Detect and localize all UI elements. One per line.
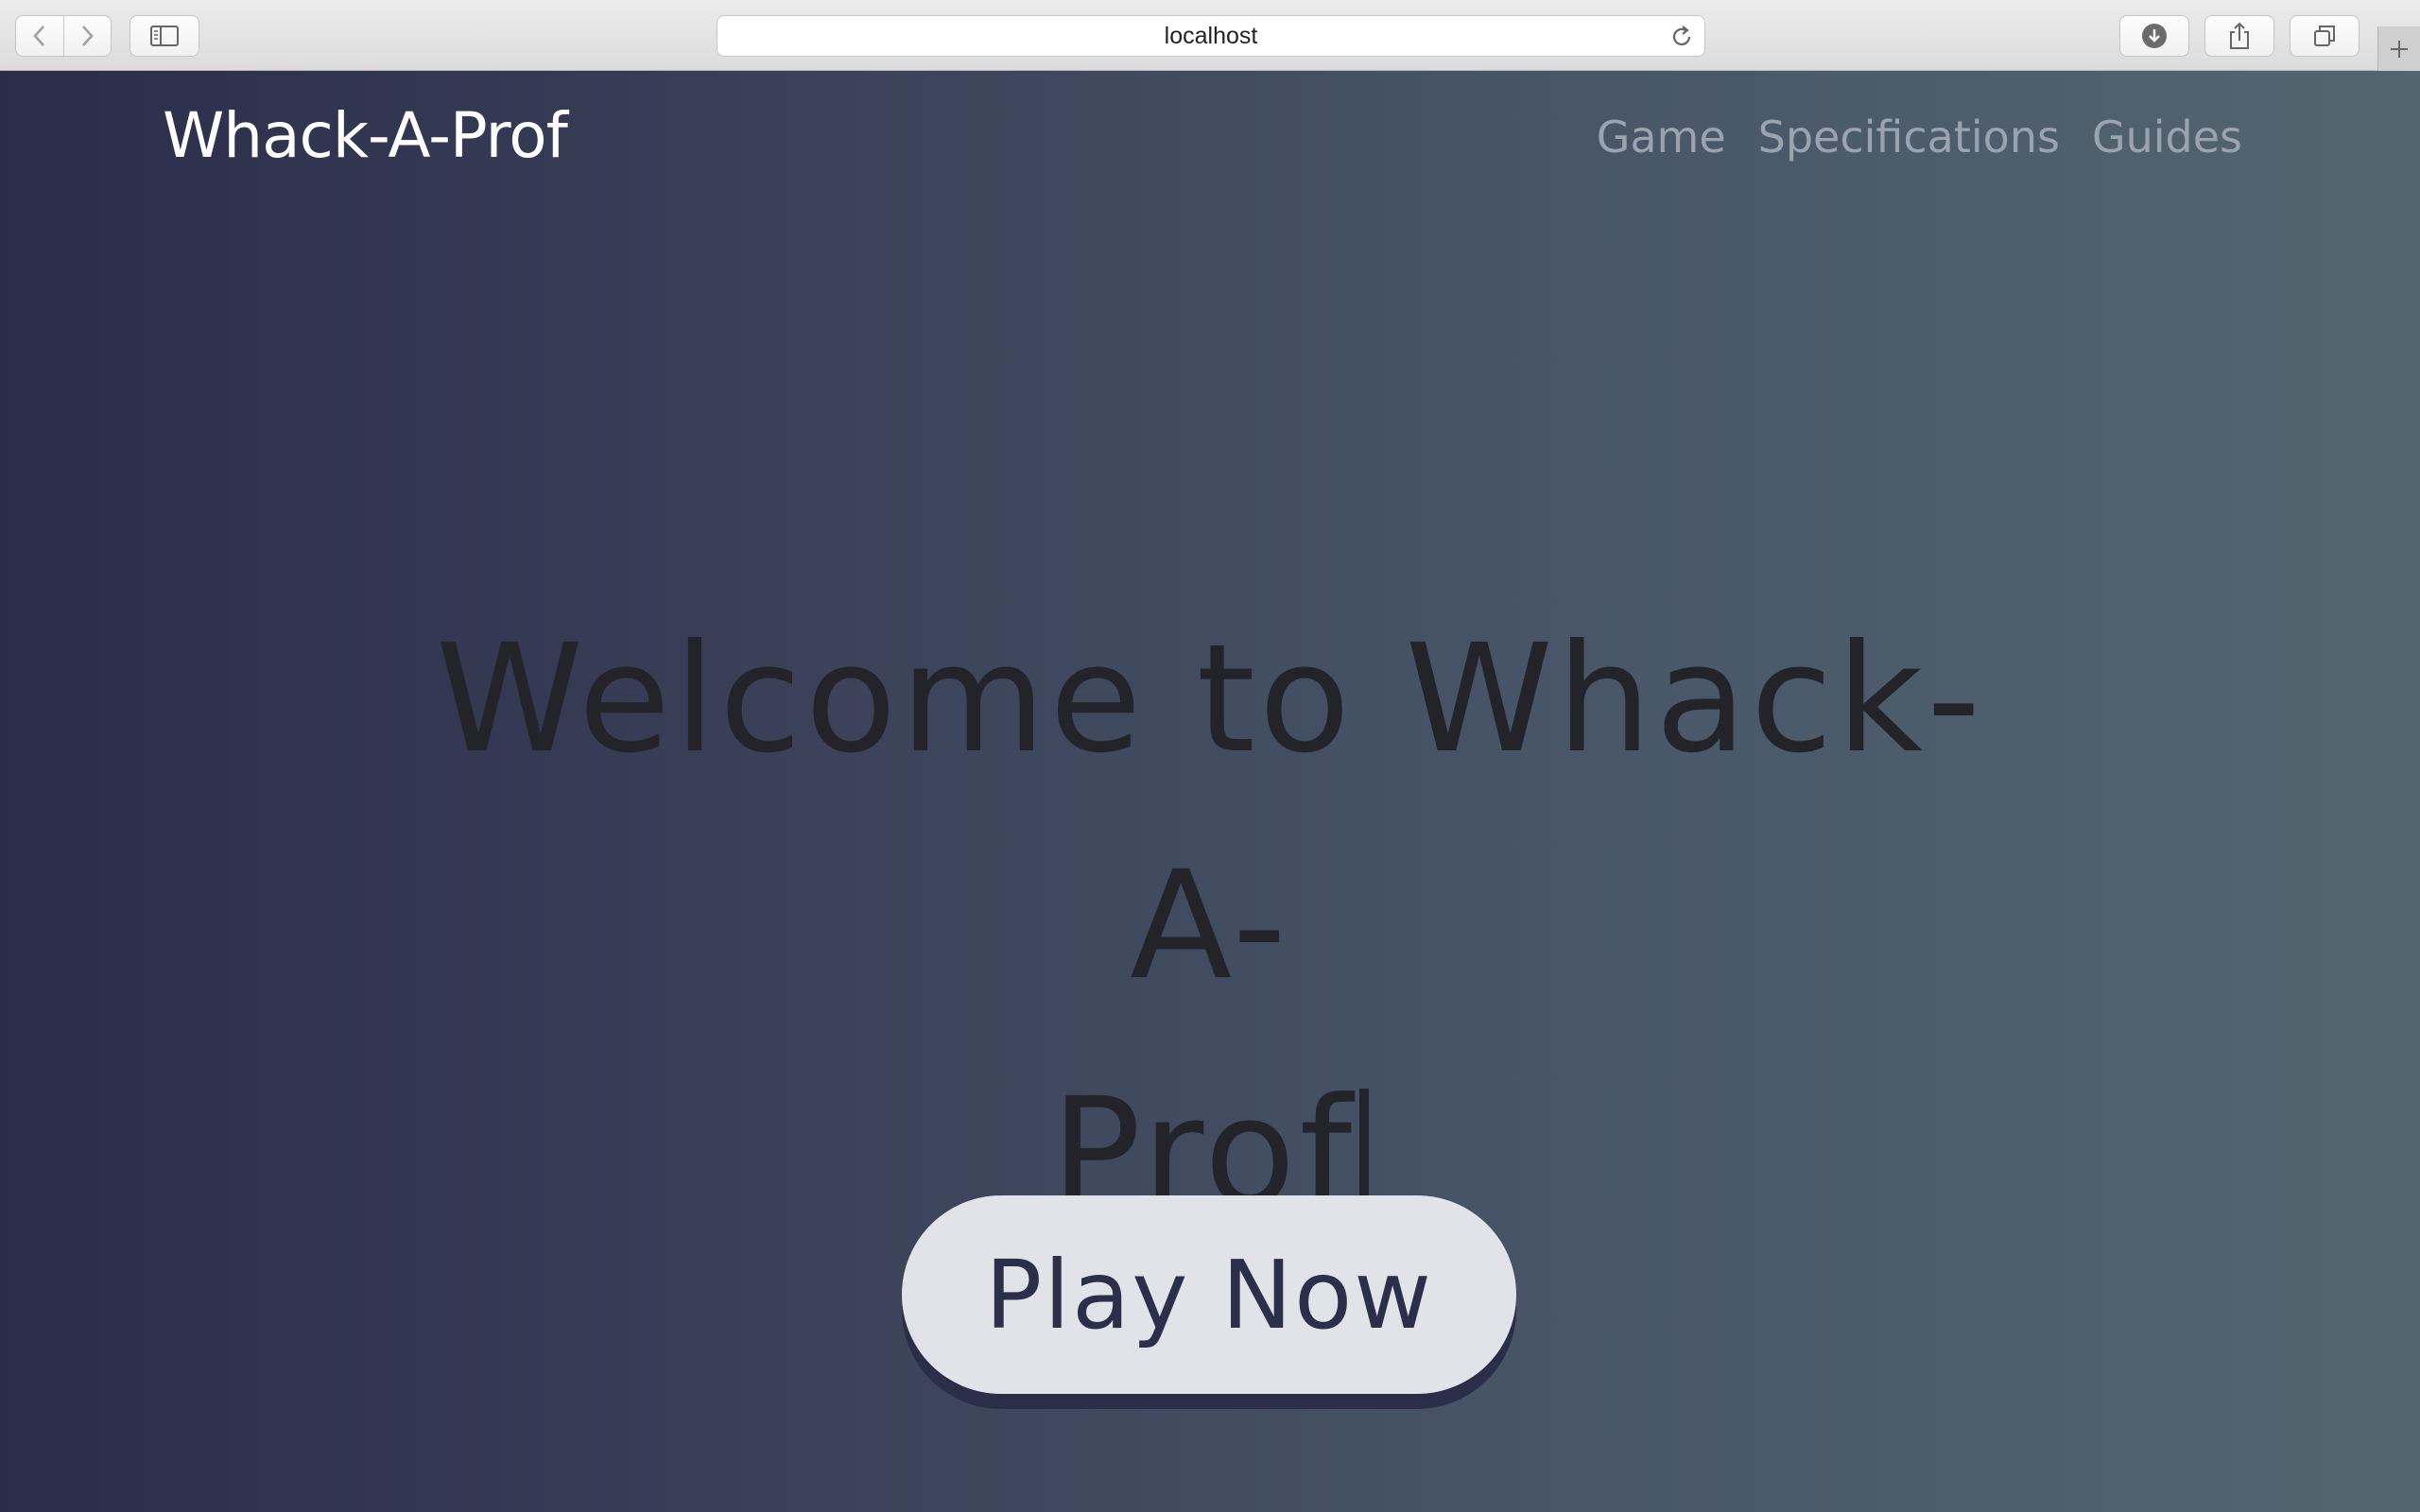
history-nav-group xyxy=(15,15,112,57)
sidebar-button[interactable] xyxy=(130,15,199,57)
share-icon xyxy=(2230,22,2249,49)
play-now-button[interactable]: Play Now xyxy=(902,1195,1516,1394)
share-button[interactable] xyxy=(2204,15,2274,57)
back-button[interactable] xyxy=(16,16,63,56)
site-brand[interactable]: Whack-A-Prof xyxy=(163,99,568,172)
tabs-icon xyxy=(2314,26,2335,46)
downloads-button[interactable] xyxy=(2119,15,2189,57)
hero-headline-line1: Welcome to Whack-A- xyxy=(435,612,1985,1013)
browser-toolbar: localhost xyxy=(0,0,2420,71)
plus-icon xyxy=(2391,40,2408,58)
new-tab-button[interactable] xyxy=(2377,26,2420,71)
sidebar-icon xyxy=(150,26,179,46)
address-text: localhost xyxy=(1164,22,1258,49)
chevron-left-icon xyxy=(33,26,44,46)
main-nav: Game Specifications Guides xyxy=(1597,112,2242,163)
nav-link-game[interactable]: Game xyxy=(1597,112,1726,163)
chevron-right-icon xyxy=(82,26,94,46)
tabs-overview-button[interactable] xyxy=(2290,15,2360,57)
address-bar[interactable]: localhost xyxy=(717,15,1705,57)
nav-link-specifications[interactable]: Specifications xyxy=(1758,112,2060,163)
hero-page: Whack-A-Prof Game Specifications Guides … xyxy=(0,71,2420,1512)
reload-icon[interactable] xyxy=(1668,24,1695,50)
nav-link-guides[interactable]: Guides xyxy=(2092,112,2242,163)
hero-headline: Welcome to Whack-A- Prof xyxy=(359,586,2061,1266)
forward-button[interactable] xyxy=(62,16,112,56)
download-icon xyxy=(2142,24,2167,48)
